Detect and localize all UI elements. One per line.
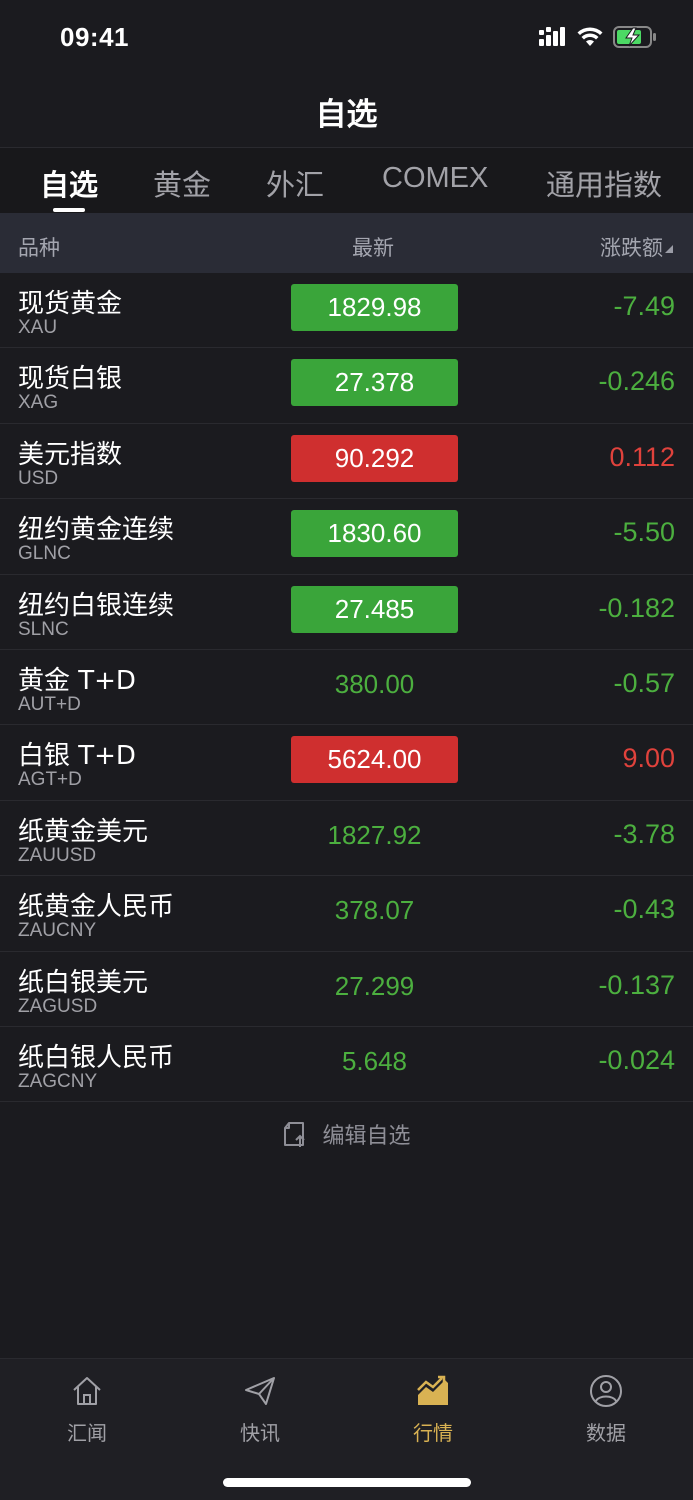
quote-row[interactable]: 现货黄金 XAU 1829.98 -7.49 [0,273,693,349]
navigation-bar: 自选 [0,75,693,147]
instrument-code: USD [18,467,59,489]
home-icon [73,1377,101,1405]
market-chart-icon [417,1375,448,1405]
price-change: -0.246 [598,366,675,397]
price-change: -0.43 [613,894,675,925]
quote-row[interactable]: 黄金 T+D AUT+D 380.00 -0.57 [0,650,693,726]
tab-comex[interactable]: COMEX [382,162,488,195]
instrument-name: 纸黄金人民币 [18,892,175,923]
quote-row[interactable]: 纸黄金美元 ZAUUSD 1827.92 -3.78 [0,801,693,877]
instrument-name: 纽约黄金连续 [18,515,175,546]
home-indicator [223,1478,471,1487]
tab-gold[interactable]: 黄金 [153,162,211,204]
instrument-code: ZAUCNY [18,920,97,942]
price-change: 9.00 [622,743,675,774]
last-price: 27.299 [334,970,415,1001]
page-title: 自选 [315,97,378,133]
sort-indicator-icon [665,245,673,253]
price-change: -0.182 [598,592,675,623]
wifi-icon [577,27,603,46]
quote-row[interactable]: 纽约白银连续 SLNC 27.485 -0.182 [0,575,693,650]
bottom-tab-label: 快讯 [240,1421,280,1445]
quote-row[interactable]: 白银 T+D AGT+D 5624.00 9.00 [0,725,693,801]
instrument-name: 纸白银人民币 [18,1042,175,1073]
instrument-code: AUT+D [18,693,81,715]
bottom-tab-news[interactable]: 汇闻 [27,1373,147,1446]
bottom-tab-data[interactable]: 数据 [546,1373,666,1446]
instrument-code: ZAGUSD [18,995,98,1017]
instrument-code: AGT+D [18,769,82,791]
instrument-name: 美元指数 [18,439,123,470]
tab-general-index[interactable]: 通用指数 [546,162,662,204]
paper-plane-icon [245,1377,275,1405]
quote-row[interactable]: 纸白银美元 ZAGUSD 27.299 -0.137 [0,952,693,1027]
price-change: 0.112 [609,441,675,472]
status-bar: 09:41 [0,0,693,75]
last-price: 27.485 [291,585,458,633]
instrument-code: ZAGCNY [18,1070,98,1092]
table-header: 品种 最新 涨跌额 [0,213,693,273]
edit-watchlist-button[interactable]: 编辑自选 [0,1118,693,1152]
instrument-name: 纽约白银连续 [18,590,175,621]
last-price: 378.07 [334,895,415,926]
instrument-code: GLNC [18,543,71,565]
instrument-code: XAU [18,317,58,338]
user-circle-icon [590,1375,622,1407]
instrument-name: 白银 T+D [18,741,136,772]
quote-row[interactable]: 现货白银 XAG 27.378 -0.246 [0,348,693,424]
battery-charging-icon [613,26,656,48]
edit-watchlist-label: 编辑自选 [322,1124,411,1149]
quote-row[interactable]: 纽约黄金连续 GLNC 1830.60 -5.50 [0,499,693,575]
price-change: -0.137 [598,969,675,1000]
status-icons [539,26,657,48]
instrument-name: 黄金 T+D [18,665,136,696]
bottom-tab-label: 行情 [413,1421,453,1445]
bottom-tab-label: 数据 [586,1421,626,1445]
last-price: 5.648 [341,1045,408,1076]
instrument-name: 现货白银 [18,364,123,395]
bottom-tab-label: 汇闻 [67,1421,107,1445]
cellular-signal-icon [539,27,565,46]
last-price: 1827.92 [327,819,422,850]
bottom-tab-flash[interactable]: 快讯 [200,1373,320,1446]
instrument-code: SLNC [18,618,69,640]
last-price: 90.292 [291,434,458,482]
instrument-name: 现货黄金 [18,289,123,319]
tab-forex[interactable]: 外汇 [266,162,324,204]
instrument-name: 纸白银美元 [18,967,149,998]
tab-watchlist[interactable]: 自选 [40,162,98,204]
bottom-tab-market[interactable]: 行情 [373,1373,493,1446]
quote-row[interactable]: 美元指数 USD 90.292 0.112 [0,424,693,500]
price-change: -0.57 [613,667,675,698]
price-change: -5.50 [613,517,675,548]
instrument-code: ZAUUSD [18,844,97,866]
last-price: 380.00 [334,668,415,699]
price-change: -3.78 [613,818,675,849]
last-price: 1830.60 [291,510,458,558]
category-tab-bar: 自选 黄金 外汇 COMEX 通用指数 [0,147,693,213]
quote-list: 现货黄金 XAU 1829.98 -7.49 现货白银 XAG 27.378 -0.246 美元… [0,273,693,1103]
column-header-change[interactable]: 涨跌额 [600,232,663,262]
last-price: 1829.98 [291,284,458,331]
edit-list-icon [284,1122,306,1147]
price-change: -0.024 [598,1044,675,1075]
instrument-code: XAG [18,392,59,414]
quote-row[interactable]: 纸黄金人民币 ZAUCNY 378.07 -0.43 [0,876,693,952]
column-header-last: 最新 [352,236,394,260]
status-time: 09:41 [60,22,129,52]
instrument-name: 纸黄金美元 [18,816,149,847]
price-change: -7.49 [613,291,675,321]
last-price: 27.378 [291,359,458,407]
column-header-name: 品种 [18,236,60,260]
active-tab-indicator [53,208,85,212]
last-price: 5624.00 [291,736,458,784]
quote-row[interactable]: 纸白银人民币 ZAGCNY 5.648 -0.024 [0,1027,693,1103]
